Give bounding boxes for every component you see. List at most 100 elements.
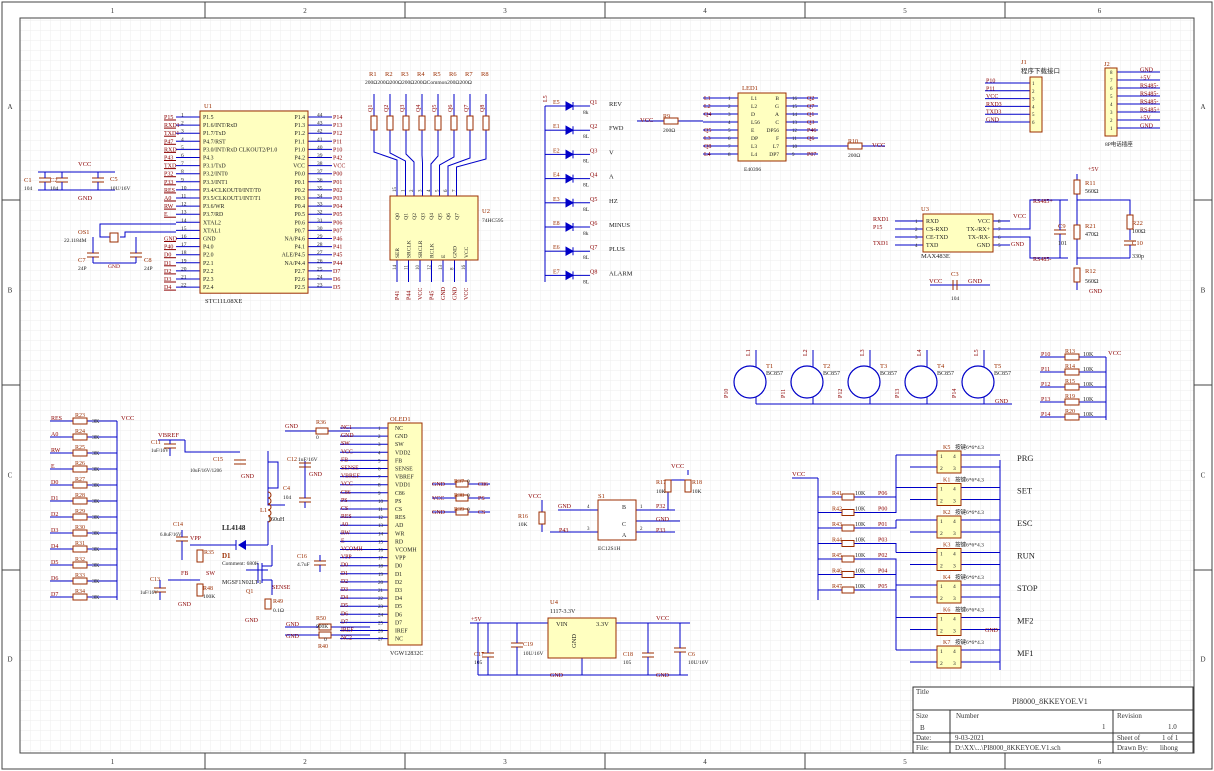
u4-vout: 3.3V (596, 621, 609, 628)
left-res-ref: R31 (75, 541, 85, 547)
j1-net-label: RXD3 (986, 102, 1002, 108)
u1-pin-number: 43 (317, 121, 323, 127)
key-pullup-resistor (841, 540, 855, 547)
led-net-label: Q4 (590, 173, 597, 179)
s1-pin-name: A (622, 533, 627, 539)
oled-pin-name: VBREF (395, 475, 414, 481)
u1-pin-number: 24 (317, 275, 323, 281)
u1-pin-number: 36 (317, 177, 323, 183)
r48-ref: R48 (203, 586, 213, 592)
vcc-label: VCC (528, 493, 541, 500)
u2-pin-number: 13 (439, 265, 444, 271)
title-block: Title PI8000_8KKEYOE.V1 Size B Number 1 … (912, 686, 1194, 754)
key-res-ref: R46 (832, 569, 842, 575)
array-values: 200Ω200Ω200Ω200Ω200ΩCommon200Ω200Ω (365, 80, 472, 86)
oled-pin-name: CS (395, 507, 402, 513)
schematic-sheet: 112233445566A AB BC CD D U1STC11L08XE1 P1.5P1… (0, 0, 1214, 771)
array-net-label: Q5 (432, 105, 438, 112)
oled-pin-name: D0 (395, 564, 402, 570)
led1-net-label: Q4 (704, 112, 711, 118)
key-pin: 2 (940, 466, 943, 472)
oled-net-label: D2 (341, 579, 348, 585)
u3-pin-name: VCC (978, 219, 990, 225)
frame-col-label: 6 (1098, 758, 1102, 766)
key-switch-type: 按键6*6*4.3 (955, 573, 984, 581)
r22-value: 100Ω (1132, 229, 1146, 235)
key-switch-type: 按键6*6*4.3 (955, 606, 984, 614)
led1-pin-name: L4 (751, 152, 757, 158)
vbref-label: VBREF (158, 432, 179, 439)
u1-net-label: P46 (333, 237, 342, 243)
led-function-label: REV (609, 101, 622, 108)
transistor-ref: T2 (823, 363, 830, 370)
c10-value: 330p (1132, 254, 1144, 260)
oled-pin-name: RES (395, 515, 406, 521)
key-ref: K7 (943, 640, 950, 646)
j2-net-label: GND (1140, 68, 1154, 74)
c8-value: 24P (144, 266, 153, 272)
r16-ref: R16 (518, 514, 528, 520)
u1-net-label: P11 (333, 139, 342, 145)
r37-39-ref: R38 (454, 493, 464, 499)
u4-ref: U4 (550, 599, 559, 606)
oled-pin-number: 24 (378, 613, 384, 618)
u1-net-label: P43 (164, 156, 173, 162)
array-net-label: Q6 (448, 105, 454, 112)
u1-pin-name: P1.3 (295, 123, 306, 129)
key-ref: K3 (943, 543, 950, 549)
vcc-label: VCC (671, 463, 684, 470)
r37-39-value: 0 (467, 479, 470, 485)
s1-pin-name: B (622, 505, 626, 511)
array-res-ref: R4 (417, 71, 425, 78)
u1-net-label: P05 (333, 212, 342, 218)
oled-pin-name: FB (395, 458, 402, 464)
c8-ref: C8 (144, 257, 152, 264)
vcc-label: VCC (792, 471, 805, 478)
led1-pin-name: DP56 (766, 128, 779, 134)
r16 (538, 511, 546, 525)
key-function-label: MF1 (1017, 648, 1034, 658)
u1-pin-number: 23 (317, 283, 323, 289)
oled-pin-number: 21 (378, 589, 384, 594)
u1-pin-number: 7 (181, 161, 184, 167)
key-net-label: P05 (878, 584, 887, 590)
led1-net-label: L1 (704, 96, 711, 102)
u1-pin-name: NA/P4.4 (285, 261, 306, 267)
u2-pin-number: 16 (462, 265, 467, 271)
u1-net-label: P41 (333, 245, 342, 251)
u1-net-label: RES (164, 188, 175, 194)
u1-pin-name: P1.7/TxD (203, 131, 226, 137)
led-ref: E6 (553, 245, 560, 251)
u2-pin-name: Q4 (429, 213, 435, 220)
c4-value: 104 (283, 495, 292, 501)
rs485-neg-label: RS485- (1033, 257, 1051, 263)
left-net-label: RW (51, 448, 61, 454)
oled-pin-name: WR (395, 531, 404, 537)
key-net-label: P01 (878, 522, 887, 528)
u1-pin-number: 44 (317, 113, 323, 119)
u1-pin-name: P3.4/CLKOUT0/INT/T0 (203, 188, 261, 194)
oled-pin-name: SW (395, 442, 404, 448)
u1-pin-name: P1.0 (295, 147, 306, 153)
gnd-label: GND (558, 504, 572, 510)
led-code: 8L (583, 255, 590, 261)
oled-net-label: VCC (341, 482, 353, 488)
gnd-label: GND (1089, 289, 1103, 295)
key-ref: K2 (943, 510, 950, 516)
r37-39-ref: R39 (454, 507, 464, 513)
u2-pin-name: SRCLK (407, 240, 413, 258)
key-net-label: P06 (878, 491, 887, 497)
c9-ref: C9 (1058, 223, 1066, 230)
j1-net-label: GND (986, 118, 1000, 124)
r9-ref: R9 (663, 114, 670, 120)
oled-pin-name: VPP (395, 556, 406, 562)
oled-net-label: D1 (341, 571, 348, 577)
u1-net-label: D7 (333, 269, 340, 275)
left-res-value: 3K (92, 579, 100, 585)
u1-pin-number: 27 (317, 250, 323, 256)
c6-value: 10U/16V (688, 660, 709, 666)
c5-value: 10U/16V (110, 186, 131, 192)
c15-ref: C15 (213, 457, 223, 463)
u1-pin-name: P2.2 (203, 269, 214, 275)
c16-value: 4.7uF (297, 562, 310, 568)
